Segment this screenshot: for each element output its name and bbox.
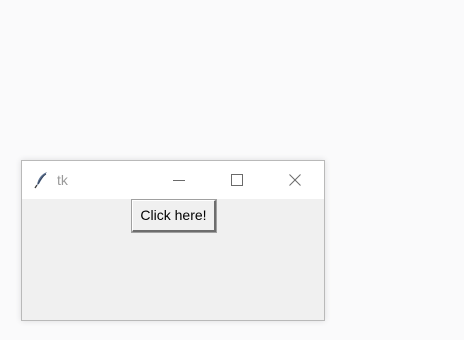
close-button[interactable]	[272, 161, 318, 199]
feather-icon	[34, 171, 50, 189]
maximize-button[interactable]	[214, 161, 260, 199]
minimize-button[interactable]	[156, 161, 202, 199]
title-bar[interactable]: tk	[22, 161, 324, 199]
minimize-icon	[173, 180, 185, 181]
maximize-icon	[231, 174, 243, 186]
close-icon	[289, 174, 301, 186]
window-client-area: Click here!	[22, 199, 324, 320]
tk-window: tk Click here!	[21, 160, 325, 321]
window-title: tk	[57, 172, 68, 188]
click-here-button[interactable]: Click here!	[131, 199, 217, 233]
